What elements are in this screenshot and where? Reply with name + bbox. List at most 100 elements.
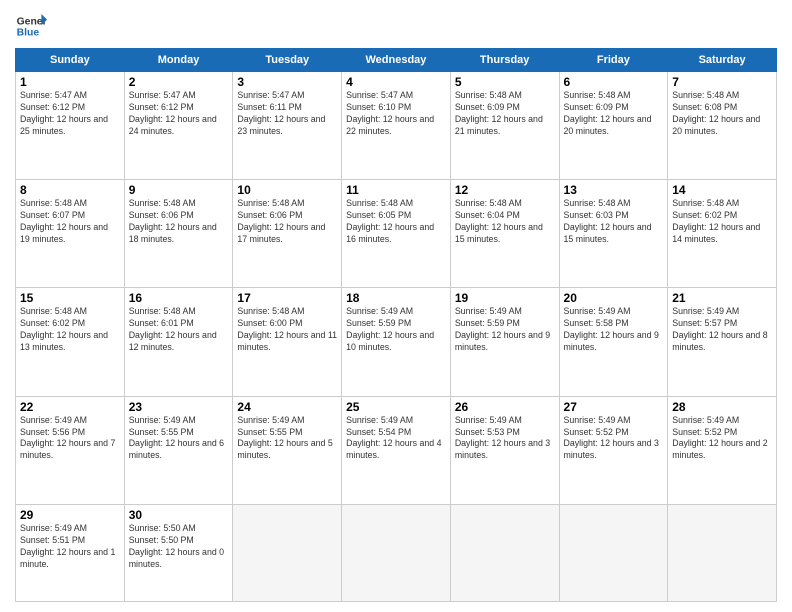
day-info: Sunrise: 5:49 AMSunset: 5:59 PMDaylight:… <box>455 306 555 354</box>
calendar-week-row: 8Sunrise: 5:48 AMSunset: 6:07 PMDaylight… <box>16 180 777 288</box>
calendar-week-row: 22Sunrise: 5:49 AMSunset: 5:56 PMDayligh… <box>16 396 777 504</box>
day-info: Sunrise: 5:49 AMSunset: 5:58 PMDaylight:… <box>564 306 664 354</box>
calendar-cell: 8Sunrise: 5:48 AMSunset: 6:07 PMDaylight… <box>16 180 125 288</box>
day-info: Sunrise: 5:49 AMSunset: 5:55 PMDaylight:… <box>129 415 229 463</box>
calendar-cell: 19Sunrise: 5:49 AMSunset: 5:59 PMDayligh… <box>450 288 559 396</box>
calendar-cell: 5Sunrise: 5:48 AMSunset: 6:09 PMDaylight… <box>450 72 559 180</box>
day-number: 11 <box>346 183 446 197</box>
day-number: 21 <box>672 291 772 305</box>
day-number: 18 <box>346 291 446 305</box>
day-number: 26 <box>455 400 555 414</box>
calendar-cell: 25Sunrise: 5:49 AMSunset: 5:54 PMDayligh… <box>342 396 451 504</box>
calendar-cell <box>559 504 668 601</box>
day-info: Sunrise: 5:48 AMSunset: 6:00 PMDaylight:… <box>237 306 337 354</box>
day-number: 25 <box>346 400 446 414</box>
day-info: Sunrise: 5:49 AMSunset: 5:56 PMDaylight:… <box>20 415 120 463</box>
day-number: 12 <box>455 183 555 197</box>
calendar-cell: 23Sunrise: 5:49 AMSunset: 5:55 PMDayligh… <box>124 396 233 504</box>
calendar-cell: 3Sunrise: 5:47 AMSunset: 6:11 PMDaylight… <box>233 72 342 180</box>
calendar-cell: 12Sunrise: 5:48 AMSunset: 6:04 PMDayligh… <box>450 180 559 288</box>
day-info: Sunrise: 5:49 AMSunset: 5:57 PMDaylight:… <box>672 306 772 354</box>
day-info: Sunrise: 5:49 AMSunset: 5:51 PMDaylight:… <box>20 523 120 571</box>
calendar-week-row: 29Sunrise: 5:49 AMSunset: 5:51 PMDayligh… <box>16 504 777 601</box>
calendar-cell: 7Sunrise: 5:48 AMSunset: 6:08 PMDaylight… <box>668 72 777 180</box>
day-number: 1 <box>20 75 120 89</box>
day-number: 29 <box>20 508 120 522</box>
day-number: 22 <box>20 400 120 414</box>
calendar-cell: 28Sunrise: 5:49 AMSunset: 5:52 PMDayligh… <box>668 396 777 504</box>
day-number: 10 <box>237 183 337 197</box>
calendar-cell <box>668 504 777 601</box>
calendar-cell: 11Sunrise: 5:48 AMSunset: 6:05 PMDayligh… <box>342 180 451 288</box>
calendar-cell: 20Sunrise: 5:49 AMSunset: 5:58 PMDayligh… <box>559 288 668 396</box>
calendar-cell <box>450 504 559 601</box>
day-info: Sunrise: 5:48 AMSunset: 6:06 PMDaylight:… <box>237 198 337 246</box>
day-info: Sunrise: 5:47 AMSunset: 6:11 PMDaylight:… <box>237 90 337 138</box>
day-info: Sunrise: 5:48 AMSunset: 6:02 PMDaylight:… <box>20 306 120 354</box>
day-number: 6 <box>564 75 664 89</box>
day-info: Sunrise: 5:49 AMSunset: 5:54 PMDaylight:… <box>346 415 446 463</box>
calendar-table: SundayMondayTuesdayWednesdayThursdayFrid… <box>15 48 777 602</box>
calendar-cell: 24Sunrise: 5:49 AMSunset: 5:55 PMDayligh… <box>233 396 342 504</box>
day-info: Sunrise: 5:48 AMSunset: 6:01 PMDaylight:… <box>129 306 229 354</box>
calendar-header-sunday: Sunday <box>16 49 125 72</box>
day-info: Sunrise: 5:49 AMSunset: 5:52 PMDaylight:… <box>672 415 772 463</box>
day-info: Sunrise: 5:49 AMSunset: 5:52 PMDaylight:… <box>564 415 664 463</box>
day-number: 15 <box>20 291 120 305</box>
day-number: 16 <box>129 291 229 305</box>
calendar-cell: 17Sunrise: 5:48 AMSunset: 6:00 PMDayligh… <box>233 288 342 396</box>
day-info: Sunrise: 5:49 AMSunset: 5:53 PMDaylight:… <box>455 415 555 463</box>
calendar-header-thursday: Thursday <box>450 49 559 72</box>
calendar-cell: 14Sunrise: 5:48 AMSunset: 6:02 PMDayligh… <box>668 180 777 288</box>
day-info: Sunrise: 5:50 AMSunset: 5:50 PMDaylight:… <box>129 523 229 571</box>
calendar-cell: 21Sunrise: 5:49 AMSunset: 5:57 PMDayligh… <box>668 288 777 396</box>
logo-icon: General Blue <box>15 10 47 42</box>
calendar-cell <box>233 504 342 601</box>
day-number: 30 <box>129 508 229 522</box>
day-number: 4 <box>346 75 446 89</box>
day-info: Sunrise: 5:48 AMSunset: 6:02 PMDaylight:… <box>672 198 772 246</box>
day-info: Sunrise: 5:48 AMSunset: 6:06 PMDaylight:… <box>129 198 229 246</box>
calendar-cell: 22Sunrise: 5:49 AMSunset: 5:56 PMDayligh… <box>16 396 125 504</box>
calendar-week-row: 1Sunrise: 5:47 AMSunset: 6:12 PMDaylight… <box>16 72 777 180</box>
page: General Blue SundayMondayTuesdayWednesda… <box>0 0 792 612</box>
calendar-cell: 6Sunrise: 5:48 AMSunset: 6:09 PMDaylight… <box>559 72 668 180</box>
day-info: Sunrise: 5:48 AMSunset: 6:08 PMDaylight:… <box>672 90 772 138</box>
day-number: 28 <box>672 400 772 414</box>
calendar-week-row: 15Sunrise: 5:48 AMSunset: 6:02 PMDayligh… <box>16 288 777 396</box>
calendar-header-saturday: Saturday <box>668 49 777 72</box>
svg-text:Blue: Blue <box>17 28 40 39</box>
day-number: 9 <box>129 183 229 197</box>
day-number: 19 <box>455 291 555 305</box>
calendar-header-wednesday: Wednesday <box>342 49 451 72</box>
calendar-header-tuesday: Tuesday <box>233 49 342 72</box>
day-number: 23 <box>129 400 229 414</box>
calendar-cell: 30Sunrise: 5:50 AMSunset: 5:50 PMDayligh… <box>124 504 233 601</box>
day-number: 20 <box>564 291 664 305</box>
calendar-cell: 15Sunrise: 5:48 AMSunset: 6:02 PMDayligh… <box>16 288 125 396</box>
calendar-cell: 26Sunrise: 5:49 AMSunset: 5:53 PMDayligh… <box>450 396 559 504</box>
day-info: Sunrise: 5:48 AMSunset: 6:09 PMDaylight:… <box>455 90 555 138</box>
day-number: 2 <box>129 75 229 89</box>
day-number: 13 <box>564 183 664 197</box>
calendar-cell: 2Sunrise: 5:47 AMSunset: 6:12 PMDaylight… <box>124 72 233 180</box>
logo: General Blue <box>15 10 47 42</box>
calendar-cell: 18Sunrise: 5:49 AMSunset: 5:59 PMDayligh… <box>342 288 451 396</box>
day-info: Sunrise: 5:48 AMSunset: 6:05 PMDaylight:… <box>346 198 446 246</box>
day-number: 17 <box>237 291 337 305</box>
day-number: 3 <box>237 75 337 89</box>
day-number: 8 <box>20 183 120 197</box>
day-info: Sunrise: 5:49 AMSunset: 5:55 PMDaylight:… <box>237 415 337 463</box>
day-number: 14 <box>672 183 772 197</box>
day-info: Sunrise: 5:47 AMSunset: 6:10 PMDaylight:… <box>346 90 446 138</box>
calendar-cell: 1Sunrise: 5:47 AMSunset: 6:12 PMDaylight… <box>16 72 125 180</box>
day-number: 7 <box>672 75 772 89</box>
calendar-cell: 27Sunrise: 5:49 AMSunset: 5:52 PMDayligh… <box>559 396 668 504</box>
day-info: Sunrise: 5:48 AMSunset: 6:03 PMDaylight:… <box>564 198 664 246</box>
calendar-header-row: SundayMondayTuesdayWednesdayThursdayFrid… <box>16 49 777 72</box>
calendar-cell: 13Sunrise: 5:48 AMSunset: 6:03 PMDayligh… <box>559 180 668 288</box>
day-info: Sunrise: 5:49 AMSunset: 5:59 PMDaylight:… <box>346 306 446 354</box>
day-info: Sunrise: 5:48 AMSunset: 6:04 PMDaylight:… <box>455 198 555 246</box>
day-number: 24 <box>237 400 337 414</box>
day-info: Sunrise: 5:47 AMSunset: 6:12 PMDaylight:… <box>20 90 120 138</box>
